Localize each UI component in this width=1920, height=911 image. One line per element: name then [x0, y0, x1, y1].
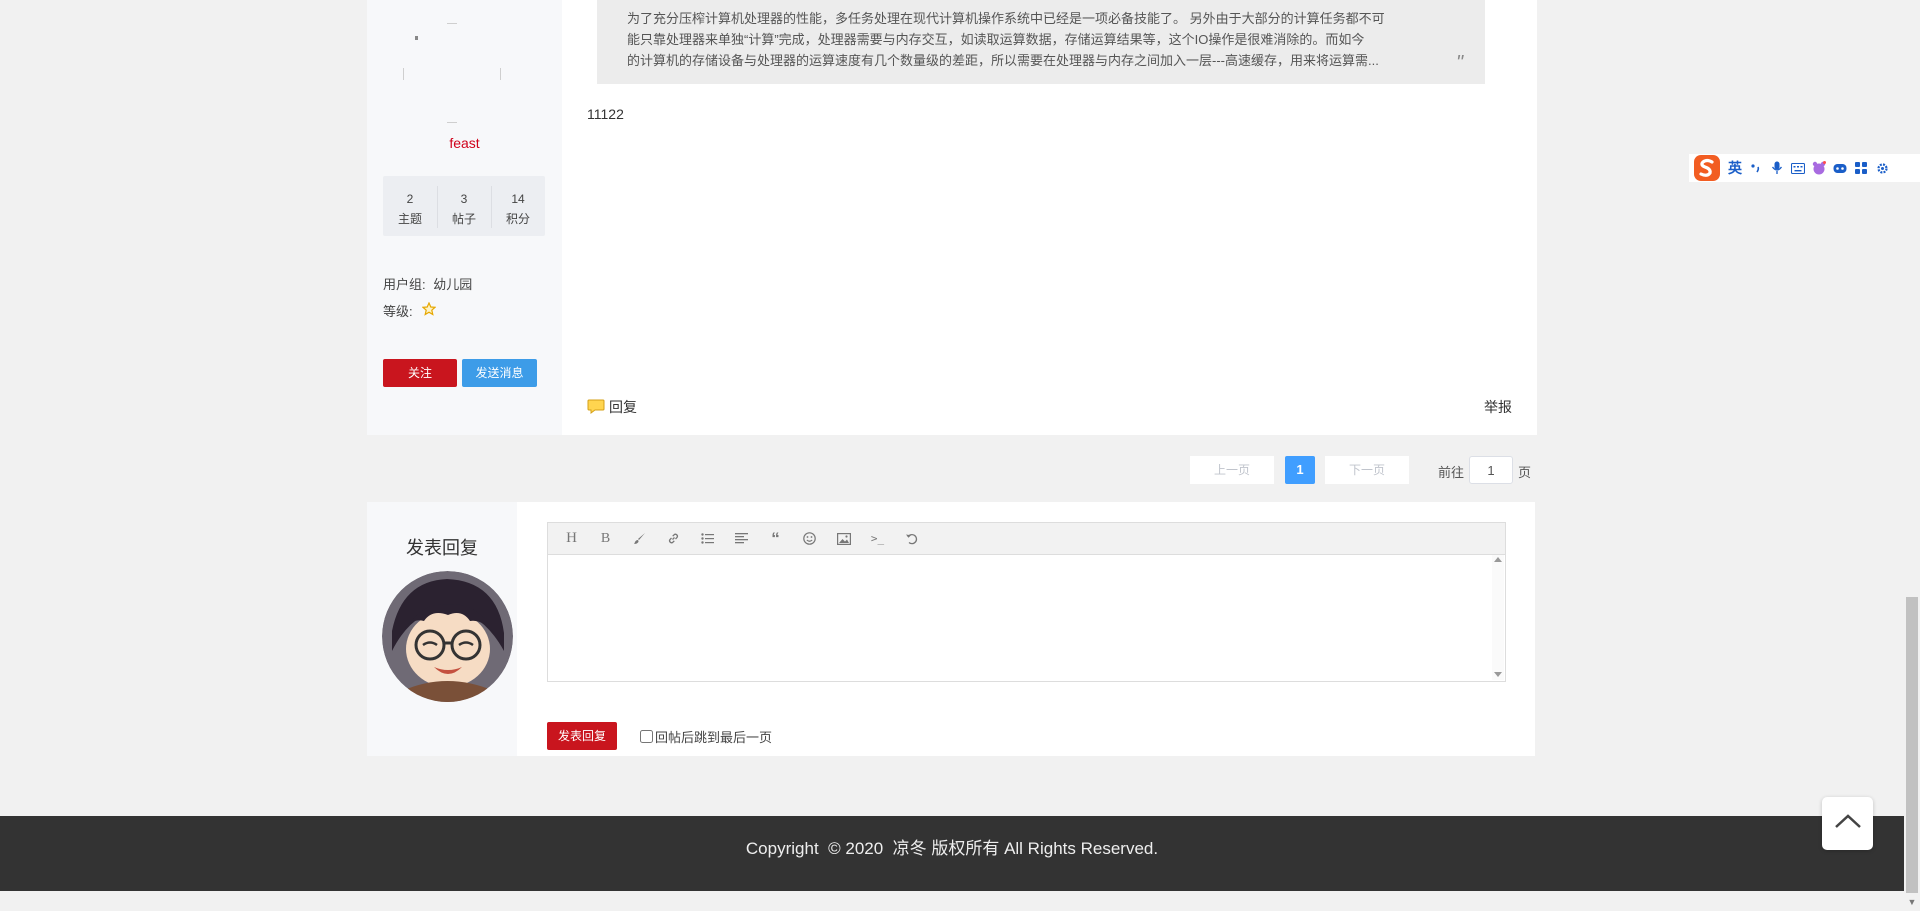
jump-to-last-page-label: 回帖后跳到最后一页 [655, 730, 773, 745]
apps-grid-icon[interactable] [1854, 161, 1868, 175]
punctuation-icon[interactable] [1749, 161, 1763, 175]
quote-mark-icon: " [1456, 52, 1464, 74]
user-level: 等级: [383, 301, 437, 320]
chevron-up-icon [1833, 812, 1863, 835]
follow-button[interactable]: 关注 [383, 359, 457, 387]
skin-icon[interactable] [1812, 161, 1826, 175]
reply-link[interactable]: 回复 [587, 397, 637, 417]
goto-label: 前往 [1438, 465, 1465, 480]
reply-label: 回复 [609, 399, 637, 415]
page-scrollbar-thumb[interactable] [1906, 597, 1918, 893]
bold-icon[interactable]: B [594, 527, 617, 550]
quote-icon[interactable]: “ [764, 527, 787, 550]
user-group: 用户组: 幼儿园 [383, 274, 472, 293]
jump-to-last-page-checkbox[interactable] [640, 730, 653, 743]
comment-icon [587, 398, 605, 417]
stat-points[interactable]: 14 积分 [491, 176, 545, 236]
heading-icon[interactable]: H [560, 527, 583, 550]
copyright-text: Copyright © 2020 凉冬 版权所有 All Rights Rese… [745, 839, 1159, 858]
stat-topics[interactable]: 2 主题 [383, 176, 437, 236]
align-icon[interactable] [730, 527, 753, 550]
quote-line: 为了充分压榨计算机处理器的性能，多任务处理在现代计算机操作系统中已经是一项必备技… [627, 11, 1385, 26]
send-message-button[interactable]: 发送消息 [462, 359, 537, 387]
editor-toolbar: H B “ >_ [548, 523, 1505, 555]
author-avatar[interactable] [403, 23, 501, 123]
sogou-logo-icon[interactable] [1693, 154, 1721, 182]
keyboard-icon[interactable] [1791, 161, 1805, 175]
stat-points-label: 积分 [505, 212, 530, 226]
emoji-icon[interactable] [798, 527, 821, 550]
author-username[interactable]: feast [367, 135, 562, 151]
jump-to-last-page-option[interactable]: 回帖后跳到最后一页 [640, 727, 772, 746]
stat-posts-label: 帖子 [451, 212, 476, 226]
list-icon[interactable] [696, 527, 719, 550]
page-unit-label: 页 [1518, 465, 1532, 480]
back-to-top-button[interactable] [1822, 797, 1873, 850]
footer: Copyright © 2020 凉冬 版权所有 All Rights Rese… [0, 816, 1904, 891]
stat-topics-value: 2 [406, 192, 414, 206]
image-icon[interactable] [832, 527, 855, 550]
link-icon[interactable] [662, 527, 685, 550]
editor-scrollbar[interactable] [1492, 555, 1504, 680]
quote-text: 为了充分压榨计算机处理器的性能，多任务处理在现代计算机操作系统中已经是一项必备技… [627, 8, 1447, 71]
quote-line: 的计算机的存储设备与处理器的运算速度有几个数量级的差距，所以需要在处理器与内存之… [627, 53, 1379, 68]
microphone-icon[interactable] [1770, 161, 1784, 175]
ime-toolbar: 英 [1689, 154, 1920, 182]
goto-page-input[interactable] [1469, 456, 1513, 484]
next-page-button[interactable]: 下一页 [1325, 456, 1409, 484]
submit-reply-button[interactable]: 发表回复 [547, 722, 617, 750]
user-group-value: 幼儿园 [433, 277, 473, 292]
report-link[interactable]: 举报 [1484, 397, 1512, 417]
undo-icon[interactable] [900, 527, 923, 550]
assistant-icon[interactable] [1833, 161, 1847, 175]
scroll-down-arrow-icon[interactable] [1494, 672, 1502, 677]
settings-icon[interactable] [1875, 161, 1889, 175]
brush-icon[interactable] [628, 527, 651, 550]
scroll-down-icon[interactable]: ▼ [1904, 893, 1920, 911]
current-user-avatar[interactable] [382, 571, 513, 702]
reply-form-title: 发表回复 [406, 538, 478, 558]
ime-mode-toggle[interactable]: 英 [1728, 158, 1742, 178]
user-level-label: 等级: [383, 304, 413, 319]
reply-textarea[interactable] [549, 555, 1491, 680]
reply-editor: H B “ >_ [547, 522, 1506, 682]
star-icon [421, 301, 437, 319]
page-number-current[interactable]: 1 [1285, 456, 1315, 484]
quote-line: 能只靠处理器来单独“计算”完成，处理器需要与内存交互，如读取运算数据，存储运算结… [627, 32, 1365, 47]
user-group-label: 用户组: [383, 277, 426, 292]
author-stats: 2 主题 3 帖子 14 积分 [383, 176, 545, 236]
stat-posts[interactable]: 3 帖子 [437, 176, 491, 236]
code-icon[interactable]: >_ [866, 527, 889, 550]
scroll-up-arrow-icon[interactable] [1494, 557, 1502, 562]
stat-topics-label: 主题 [397, 212, 422, 226]
prev-page-button[interactable]: 上一页 [1190, 456, 1274, 484]
stat-points-value: 14 [511, 192, 525, 206]
stat-posts-value: 3 [460, 192, 468, 206]
post-body: 11122 [587, 106, 624, 122]
